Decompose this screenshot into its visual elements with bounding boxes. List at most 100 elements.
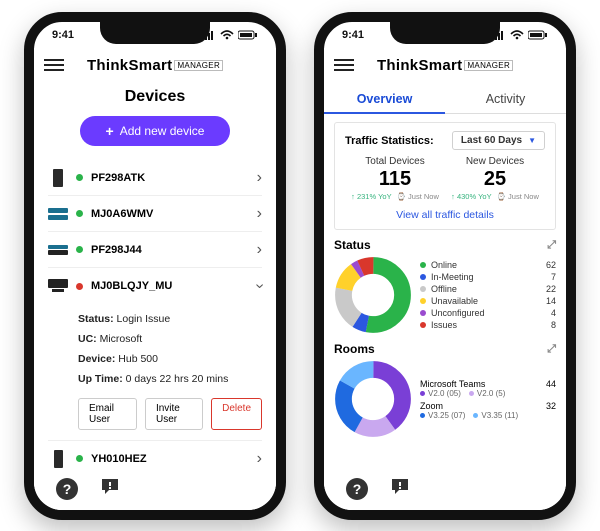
detail-status-key: Status:: [78, 313, 114, 325]
detail-status-value: Login Issue: [117, 313, 171, 325]
clock: 9:41: [342, 29, 364, 41]
invite-user-button[interactable]: Invite User: [145, 398, 203, 430]
bottom-bar: ?: [34, 468, 276, 510]
legend-value: 7: [536, 272, 556, 282]
legend-subdot-icon: [473, 413, 478, 418]
legend-subdot-icon: [469, 391, 474, 396]
chevron-right-icon: ›: [257, 241, 262, 259]
legend-label: Unconfigured: [431, 308, 536, 318]
expand-icon[interactable]: ⤢: [547, 343, 556, 356]
notch: [390, 22, 500, 44]
status-panel: Status ⤢ Online62In-Meeting7Offline22Una…: [334, 238, 556, 334]
traffic-card: Traffic Statistics: Last 60 Days ▼ Total…: [334, 122, 556, 230]
new-yoy: ↑ 430% YoY: [451, 192, 491, 201]
legend-item: Online62: [420, 260, 556, 270]
notch: [100, 22, 210, 44]
legend-sub: V3.25 (07)V3.35 (11): [420, 411, 556, 420]
help-icon[interactable]: ?: [346, 478, 368, 500]
help-icon[interactable]: ?: [56, 478, 78, 500]
expand-icon[interactable]: ⤢: [547, 239, 556, 252]
device-name: PF298J44: [91, 244, 249, 256]
traffic-label: Traffic Statistics:: [345, 135, 434, 147]
device-icon: [48, 241, 68, 259]
battery-icon: [238, 30, 258, 40]
phone-devices: 9:41 ThinkSmartMANAGER Devices + Add new…: [24, 12, 286, 520]
legend-dot-icon: [420, 298, 426, 304]
status-dot: [76, 174, 83, 181]
device-row[interactable]: MJ0A6WMV ›: [48, 196, 262, 232]
device-icon: [48, 450, 68, 468]
email-user-button[interactable]: Email User: [78, 398, 137, 430]
range-select[interactable]: Last 60 Days ▼: [452, 131, 545, 150]
delete-button[interactable]: Delete: [211, 398, 262, 430]
brand-logo: ThinkSmartMANAGER: [72, 57, 238, 74]
legend-item: Zoom32V3.25 (07)V3.35 (11): [420, 401, 556, 420]
detail-uptime-value: 0 days 22 hrs 20 mins: [126, 373, 229, 385]
legend-label: Offline: [431, 284, 536, 294]
bottom-bar: ?: [324, 468, 566, 510]
legend-item: In-Meeting7: [420, 272, 556, 282]
legend-label: Issues: [431, 320, 536, 330]
add-device-button[interactable]: + Add new device: [80, 116, 230, 146]
plus-icon: +: [106, 123, 114, 139]
legend-sub: V2.0 (05)V2.0 (5): [420, 389, 556, 398]
detail-device-key: Device:: [78, 353, 115, 365]
legend-value: 14: [536, 296, 556, 306]
legend-value: 8: [536, 320, 556, 330]
legend-value: 4: [536, 308, 556, 318]
traffic-details-link[interactable]: View all traffic details: [345, 209, 545, 221]
menu-icon[interactable]: [44, 59, 64, 71]
new-devices-label: New Devices: [445, 156, 545, 167]
legend-item: Unavailable14: [420, 296, 556, 306]
device-icon: [48, 169, 68, 187]
status-donut-chart: [334, 256, 412, 334]
chevron-down-icon: ›: [250, 283, 268, 288]
legend-label: Unavailable: [431, 296, 536, 306]
total-devices-value: 115: [345, 168, 445, 191]
legend-subdot-icon: [420, 413, 425, 418]
legend-item: Issues8: [420, 320, 556, 330]
feedback-icon[interactable]: [100, 477, 120, 502]
clock: 9:41: [52, 29, 74, 41]
legend-dot-icon: [420, 310, 426, 316]
tab-overview[interactable]: Overview: [324, 84, 445, 114]
device-row[interactable]: PF298ATK ›: [48, 160, 262, 196]
status-title: Status: [334, 238, 371, 252]
device-name: YH010HEZ: [91, 453, 249, 465]
legend-value: 62: [536, 260, 556, 270]
detail-uc-value: Microsoft: [100, 333, 143, 345]
chevron-down-icon: ▼: [528, 136, 536, 145]
device-row[interactable]: PF298J44 ›: [48, 232, 262, 268]
status-dot: [76, 283, 83, 290]
device-name: MJ0BLQJY_MU: [91, 280, 249, 292]
rooms-title: Rooms: [334, 342, 375, 356]
legend-dot-icon: [420, 322, 426, 328]
device-icon: [48, 277, 68, 295]
chevron-right-icon: ›: [257, 205, 262, 223]
legend-value: 22: [536, 284, 556, 294]
legend-item: Offline22: [420, 284, 556, 294]
tab-activity[interactable]: Activity: [445, 84, 566, 114]
legend-value: 44: [546, 379, 556, 389]
range-value: Last 60 Days: [461, 135, 522, 146]
brand-logo: ThinkSmartMANAGER: [362, 57, 528, 74]
detail-uc-key: UC:: [78, 333, 97, 345]
status-dot: [76, 246, 83, 253]
phone-overview: 9:41 ThinkSmartMANAGER Overview Activity: [314, 12, 576, 520]
wifi-icon: [510, 30, 524, 40]
legend-dot-icon: [420, 274, 426, 280]
feedback-icon[interactable]: [390, 477, 410, 502]
chevron-right-icon: ›: [257, 450, 262, 468]
device-row-expanded-header[interactable]: MJ0BLQJY_MU ›: [48, 268, 262, 304]
detail-uptime-key: Up Time:: [78, 373, 123, 385]
total-devices-label: Total Devices: [345, 156, 445, 167]
timestamp: ⌚ Just Now: [497, 192, 539, 201]
total-yoy: ↑ 231% YoY: [351, 192, 391, 201]
device-icon: [48, 205, 68, 223]
legend-value: 32: [546, 401, 556, 411]
legend-item: Unconfigured4: [420, 308, 556, 318]
status-dot: [76, 455, 83, 462]
rooms-donut-chart: [334, 360, 412, 438]
menu-icon[interactable]: [334, 59, 354, 71]
detail-device-value: Hub 500: [118, 353, 158, 365]
